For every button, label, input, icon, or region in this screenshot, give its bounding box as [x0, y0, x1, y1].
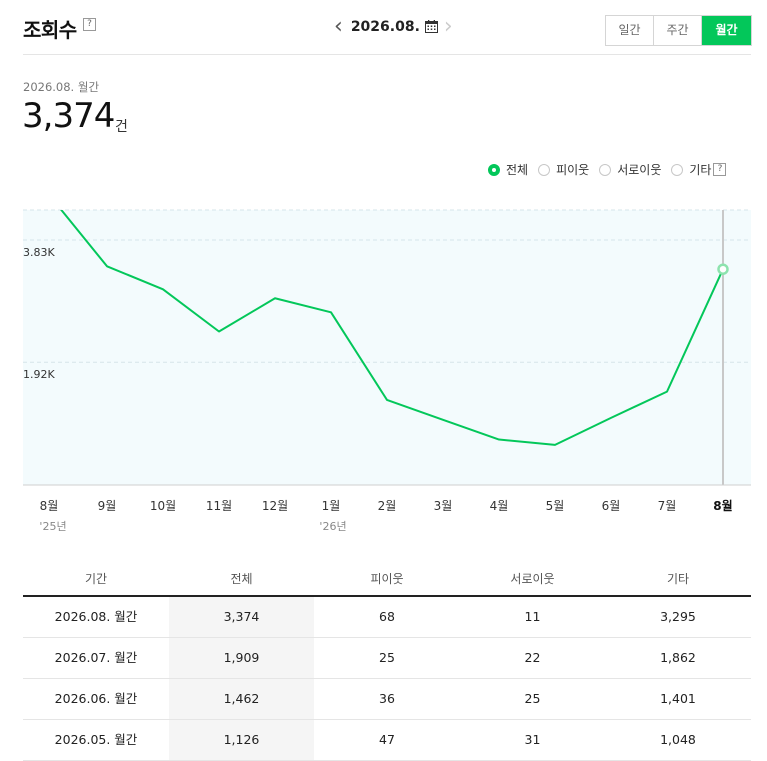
current-date: 2026.08.: [350, 19, 420, 35]
table-cell: 2026.07. 월간: [54, 650, 138, 665]
table-row: 2026.06. 월간 1,462 36 25 1,401: [23, 679, 751, 720]
page-header: 조회수? ‹ 2026.08. › 일간 주간 월간: [23, 0, 752, 55]
table-cell: 36: [379, 691, 395, 706]
filter-label: 기타: [689, 163, 712, 177]
x-tick-label: 12월: [262, 499, 288, 513]
table-cell: 31: [524, 732, 541, 747]
table-header: 기간 전체 피이웃 서로이웃 기타: [23, 563, 751, 597]
table-cell: 1,862: [660, 650, 696, 665]
radio-icon: [599, 163, 612, 176]
tab-weekly[interactable]: 주간: [654, 16, 702, 45]
calendar-icon[interactable]: [424, 19, 438, 33]
radio-checked-icon: [488, 163, 500, 176]
column-header: 기타: [666, 572, 690, 586]
page-title: 조회수?: [23, 14, 96, 43]
series-filter: 전체 피이웃 서로이웃 기타?: [488, 161, 727, 178]
summary-value: 3,374: [22, 96, 115, 136]
column-header: 기간: [84, 572, 108, 586]
filter-label: 서로이웃: [617, 163, 662, 177]
table-cell: 3,374: [169, 597, 314, 637]
table-cell: 68: [379, 609, 395, 624]
x-tick-label: 10월: [150, 499, 176, 513]
x-year-label: '26년: [319, 520, 346, 533]
x-tick-label: 1월: [322, 499, 341, 513]
x-tick-label: 3월: [434, 499, 453, 513]
date-navigator: ‹ 2026.08. ›: [330, 14, 457, 40]
tab-monthly[interactable]: 월간: [702, 16, 751, 45]
views-line-chart: 3.83K 1.92K 8월 9월 10월 11월 12월 1월 2월 3월 4월 5월 6월 7월 8월 '…: [23, 209, 751, 533]
table-cell: 2026.05. 월간: [54, 732, 138, 747]
column-header: 피이웃: [370, 572, 404, 586]
table-cell: 1,462: [169, 679, 314, 719]
table-cell: 1,126: [169, 720, 314, 760]
x-tick-label: 5월: [546, 499, 565, 513]
filter-mutual[interactable]: 서로이웃: [599, 161, 661, 178]
x-tick-label: 7월: [658, 499, 677, 513]
table-cell: 1,048: [660, 732, 696, 747]
table-cell: 2026.06. 월간: [54, 691, 138, 706]
help-icon[interactable]: ?: [713, 163, 727, 176]
x-tick-label: 2월: [378, 499, 397, 513]
summary-period: 2026.08. 월간: [23, 80, 100, 94]
filter-other[interactable]: 기타?: [671, 161, 727, 178]
x-tick-label: 6월: [602, 499, 621, 513]
x-year-label: '25년: [39, 520, 66, 533]
filter-label: 전체: [506, 163, 529, 177]
radio-icon: [671, 163, 684, 176]
chevron-right-icon[interactable]: ›: [440, 14, 457, 40]
filter-neighbor[interactable]: 피이웃: [538, 161, 589, 178]
x-tick-label: 8월: [40, 499, 59, 513]
column-header: 서로이웃: [510, 572, 555, 586]
filter-label: 피이웃: [556, 163, 590, 177]
help-icon[interactable]: ?: [82, 18, 96, 31]
table-row: 2026.08. 월간 3,374 68 11 3,295: [23, 597, 751, 638]
x-tick-label: 11월: [206, 499, 232, 513]
highlight-point: [717, 263, 729, 275]
y-tick-label: 3.83K: [23, 246, 55, 259]
period-toggle: 일간 주간 월간: [605, 15, 752, 46]
table-cell: 2026.08. 월간: [54, 609, 138, 624]
y-tick-label: 1.92K: [23, 368, 55, 381]
x-tick-label: 4월: [490, 499, 509, 513]
table-cell: 25: [379, 650, 395, 665]
table-row: 2026.07. 월간 1,909 25 22 1,862: [23, 638, 751, 679]
tab-daily[interactable]: 일간: [606, 16, 654, 45]
radio-icon: [538, 163, 551, 176]
summary-unit: 건: [115, 119, 128, 135]
stats-table: 기간 전체 피이웃 서로이웃 기타 2026.08. 월간 3,374 68 1…: [23, 563, 751, 761]
table-cell: 25: [524, 691, 541, 706]
table-cell: 1,401: [660, 691, 696, 706]
table-cell: 47: [379, 732, 395, 747]
table-cell: 1,909: [169, 638, 314, 678]
page-title-text: 조회수: [23, 18, 77, 42]
x-tick-label: 8월: [713, 498, 732, 513]
table-cell: 3,295: [660, 609, 696, 624]
table-cell: 22: [524, 650, 541, 665]
x-tick-label: 9월: [98, 499, 117, 513]
table-row: 2026.05. 월간 1,126 47 31 1,048: [23, 720, 751, 761]
table-cell: 11: [524, 609, 541, 624]
chevron-left-icon[interactable]: ‹: [330, 14, 347, 40]
plot-area: [23, 210, 751, 485]
column-header: 전체: [230, 572, 253, 586]
filter-all[interactable]: 전체: [488, 161, 528, 178]
